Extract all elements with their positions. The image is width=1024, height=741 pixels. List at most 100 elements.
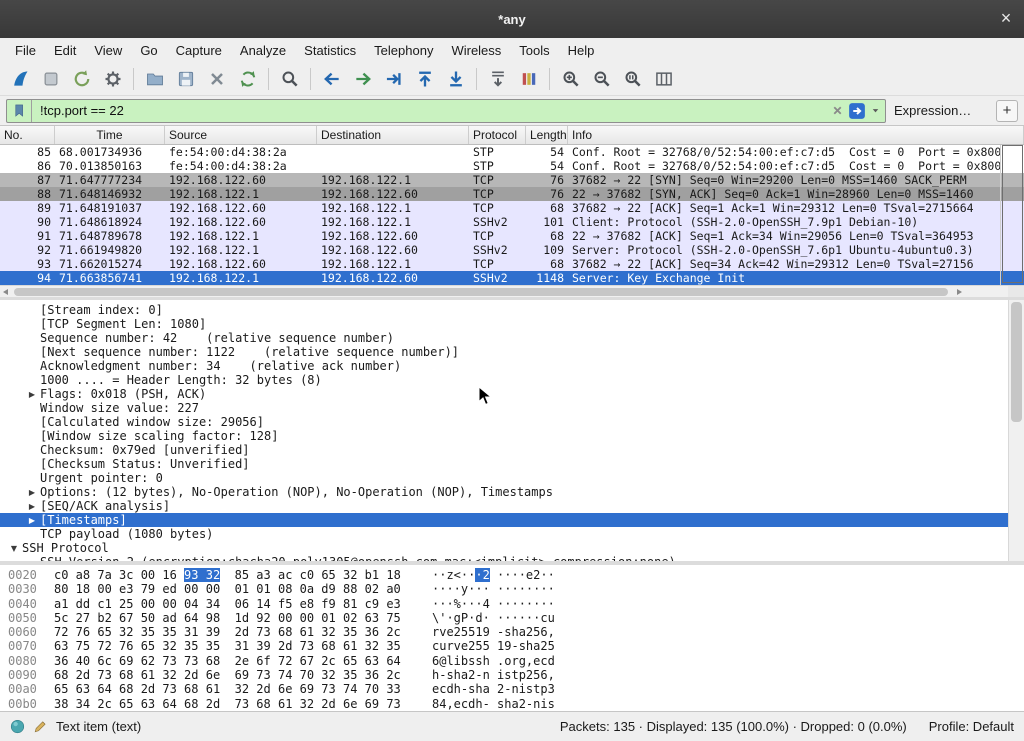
filter-expression-text[interactable]: !tcp.port == 22	[36, 103, 827, 118]
packet-row[interactable]: 8871.648146932192.168.122.1192.168.122.6…	[0, 187, 1000, 201]
chevron-right-icon[interactable]: ▶	[24, 390, 40, 399]
detail-line[interactable]: Acknowledgment number: 34 (relative ack …	[0, 359, 1008, 373]
expression-button[interactable]: Expression…	[894, 103, 971, 118]
packet-row[interactable]: 9071.648618924192.168.122.60192.168.122.…	[0, 215, 1000, 229]
detail-line[interactable]: TCP payload (1080 bytes)	[0, 527, 1008, 541]
capture-comment-icon[interactable]	[33, 719, 48, 734]
go-last-button[interactable]	[440, 65, 471, 93]
chevron-right-icon[interactable]: ▶	[24, 502, 40, 511]
apply-filter-icon[interactable]	[848, 102, 866, 120]
menu-item-statistics[interactable]: Statistics	[295, 41, 365, 60]
packet-row[interactable]: 9271.661949820192.168.122.1192.168.122.6…	[0, 243, 1000, 257]
go-forward-button[interactable]	[347, 65, 378, 93]
menu-item-file[interactable]: File	[6, 41, 45, 60]
menu-item-go[interactable]: Go	[131, 41, 166, 60]
add-filter-button[interactable]: +	[996, 100, 1018, 122]
hex-row[interactable]: 00a065 63 64 68 2d 73 68 61 32 2d 6e 69 …	[8, 682, 1024, 696]
menu-item-wireless[interactable]: Wireless	[442, 41, 510, 60]
close-file-button[interactable]	[201, 65, 232, 93]
find-packet-button[interactable]	[274, 65, 305, 93]
chevron-down-icon[interactable]: ▼	[6, 544, 22, 553]
packet-row[interactable]: 9171.648789678192.168.122.1192.168.122.6…	[0, 229, 1000, 243]
column-header-destination[interactable]: Destination	[317, 126, 469, 144]
start-capture-button[interactable]	[4, 65, 35, 93]
detail-line[interactable]: [TCP Segment Len: 1080]	[0, 317, 1008, 331]
packet-list-hscrollbar[interactable]	[0, 285, 1024, 297]
details-scrollbar-thumb[interactable]	[1011, 302, 1022, 422]
go-back-button[interactable]	[316, 65, 347, 93]
hscrollbar-thumb[interactable]	[14, 288, 948, 296]
display-filter-input[interactable]: !tcp.port == 22	[6, 99, 886, 123]
detail-line[interactable]: ▶Flags: 0x018 (PSH, ACK)	[0, 387, 1008, 401]
save-file-button[interactable]	[170, 65, 201, 93]
clear-filter-icon[interactable]	[831, 104, 844, 117]
resize-columns-button[interactable]	[648, 65, 679, 93]
detail-line[interactable]: ▼SSH Protocol	[0, 541, 1008, 555]
hex-row[interactable]: 0020c0 a8 7a 3c 00 16 93 32 85 a3 ac c0 …	[8, 568, 1024, 582]
scroll-right-icon[interactable]	[957, 289, 962, 295]
detail-line[interactable]: [Checksum Status: Unverified]	[0, 457, 1008, 471]
column-header-info[interactable]: Info	[568, 126, 1024, 144]
chevron-right-icon[interactable]: ▶	[24, 488, 40, 497]
hex-row[interactable]: 00b038 34 2c 65 63 64 68 2d 73 68 61 32 …	[8, 697, 1024, 711]
hex-row[interactable]: 007063 75 72 76 65 32 35 35 31 39 2d 73 …	[8, 639, 1024, 653]
profile-button[interactable]: Profile: Default	[929, 719, 1014, 734]
column-header-source[interactable]: Source	[165, 126, 317, 144]
detail-line[interactable]: Window size value: 227	[0, 401, 1008, 415]
detail-line[interactable]: [Next sequence number: 1122 (relative se…	[0, 345, 1008, 359]
packet-row[interactable]: 9471.663856741192.168.122.1192.168.122.6…	[0, 271, 1000, 285]
detail-line[interactable]: ▶Options: (12 bytes), No-Operation (NOP)…	[0, 485, 1008, 499]
auto-scroll-button[interactable]	[482, 65, 513, 93]
detail-line[interactable]: ▶[SEQ/ACK analysis]	[0, 499, 1008, 513]
detail-line[interactable]: [Stream index: 0]	[0, 303, 1008, 317]
packet-row[interactable]: 8568.001734936fe:54:00:d4:38:2aSTP54Conf…	[0, 145, 1000, 159]
stop-capture-button[interactable]	[35, 65, 66, 93]
detail-line[interactable]: [Window size scaling factor: 128]	[0, 429, 1008, 443]
capture-options-button[interactable]	[97, 65, 128, 93]
filter-history-chevron-icon[interactable]	[870, 105, 881, 116]
packet-row[interactable]: 8971.648191037192.168.122.60192.168.122.…	[0, 201, 1000, 215]
open-file-button[interactable]	[139, 65, 170, 93]
packet-row[interactable]: 9371.662015274192.168.122.60192.168.122.…	[0, 257, 1000, 271]
expert-info-icon[interactable]	[10, 719, 25, 734]
menu-item-analyze[interactable]: Analyze	[231, 41, 295, 60]
detail-line[interactable]: Urgent pointer: 0	[0, 471, 1008, 485]
detail-line[interactable]: Sequence number: 42 (relative sequence n…	[0, 331, 1008, 345]
zoom-in-button[interactable]	[555, 65, 586, 93]
column-header-time[interactable]: Time	[55, 126, 165, 144]
menu-item-help[interactable]: Help	[559, 41, 604, 60]
hex-row[interactable]: 003080 18 00 e3 79 ed 00 00 01 01 08 0a …	[8, 582, 1024, 596]
colorize-button[interactable]	[513, 65, 544, 93]
hex-row[interactable]: 006072 76 65 32 35 35 31 39 2d 73 68 61 …	[8, 625, 1024, 639]
go-first-button[interactable]	[409, 65, 440, 93]
packet-row[interactable]: 8670.013850163fe:54:00:d4:38:2aSTP54Conf…	[0, 159, 1000, 173]
menu-item-telephony[interactable]: Telephony	[365, 41, 442, 60]
close-window-icon[interactable]	[996, 9, 1016, 29]
restart-capture-button[interactable]	[66, 65, 97, 93]
filter-bookmark-icon[interactable]	[11, 100, 32, 122]
packet-list-scrollbar[interactable]	[1000, 145, 1024, 285]
hex-row[interactable]: 009068 2d 73 68 61 32 2d 6e 69 73 74 70 …	[8, 668, 1024, 682]
menu-item-tools[interactable]: Tools	[510, 41, 558, 60]
scroll-left-icon[interactable]	[3, 289, 8, 295]
column-header-no[interactable]: No.	[0, 126, 55, 144]
packet-details-scrollbar[interactable]	[1008, 300, 1024, 561]
go-to-packet-button[interactable]	[378, 65, 409, 93]
zoom-reset-button[interactable]	[617, 65, 648, 93]
menu-item-capture[interactable]: Capture	[167, 41, 231, 60]
reload-file-button[interactable]	[232, 65, 263, 93]
column-header-length[interactable]: Length	[526, 126, 568, 144]
menu-item-view[interactable]: View	[85, 41, 131, 60]
column-header-protocol[interactable]: Protocol	[469, 126, 526, 144]
scrollbar-thumb[interactable]	[1002, 145, 1023, 283]
detail-line[interactable]: ▶[Timestamps]	[0, 513, 1008, 527]
hex-row[interactable]: 0040a1 dd c1 25 00 00 04 34 06 14 f5 e8 …	[8, 597, 1024, 611]
detail-line[interactable]: [Calculated window size: 29056]	[0, 415, 1008, 429]
detail-line[interactable]: 1000 .... = Header Length: 32 bytes (8)	[0, 373, 1008, 387]
zoom-out-button[interactable]	[586, 65, 617, 93]
title-bar[interactable]: *any	[0, 0, 1024, 38]
packet-row[interactable]: 8771.647777234192.168.122.60192.168.122.…	[0, 173, 1000, 187]
hex-row[interactable]: 008036 40 6c 69 62 73 73 68 2e 6f 72 67 …	[8, 654, 1024, 668]
menu-item-edit[interactable]: Edit	[45, 41, 85, 60]
chevron-right-icon[interactable]: ▶	[24, 516, 40, 525]
